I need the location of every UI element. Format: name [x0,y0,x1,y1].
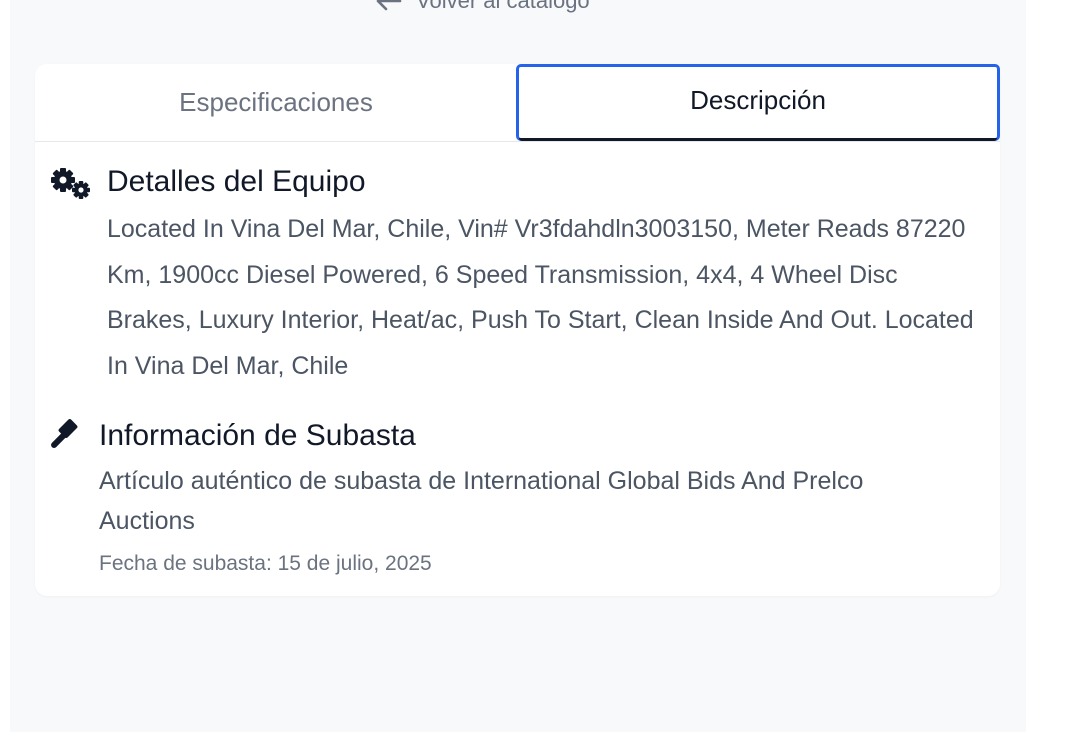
back-link-label: Volver al catálogo [416,0,590,13]
equipment-details-title: Detalles del Equipo [107,165,366,198]
back-to-catalog-link[interactable]: Volver al catálogo [374,0,590,16]
tab-especificaciones[interactable]: Especificaciones [35,64,517,141]
page-background: Volver al catálogo Especificaciones Desc… [10,0,1026,732]
tab-label: Descripción [690,85,826,115]
auction-date: Fecha de subasta: 15 de julio, 2025 [99,552,432,575]
equipment-details-description: Located In Vina Del Mar, Chile, Vin# Vr3… [107,215,974,380]
tab-bar: Especificaciones Descripción [35,64,1000,142]
tab-descripcion[interactable]: Descripción [516,64,1000,141]
arrow-left-icon [376,0,402,11]
gavel-icon [51,419,78,448]
details-card: Especificaciones Descripción Detalles de… [35,64,1000,596]
auction-info-title: Información de Subasta [99,419,416,452]
tab-label: Especificaciones [179,87,373,117]
auction-info-description: Artículo auténtico de subasta de Interna… [99,467,864,535]
gears-icon [51,168,90,199]
